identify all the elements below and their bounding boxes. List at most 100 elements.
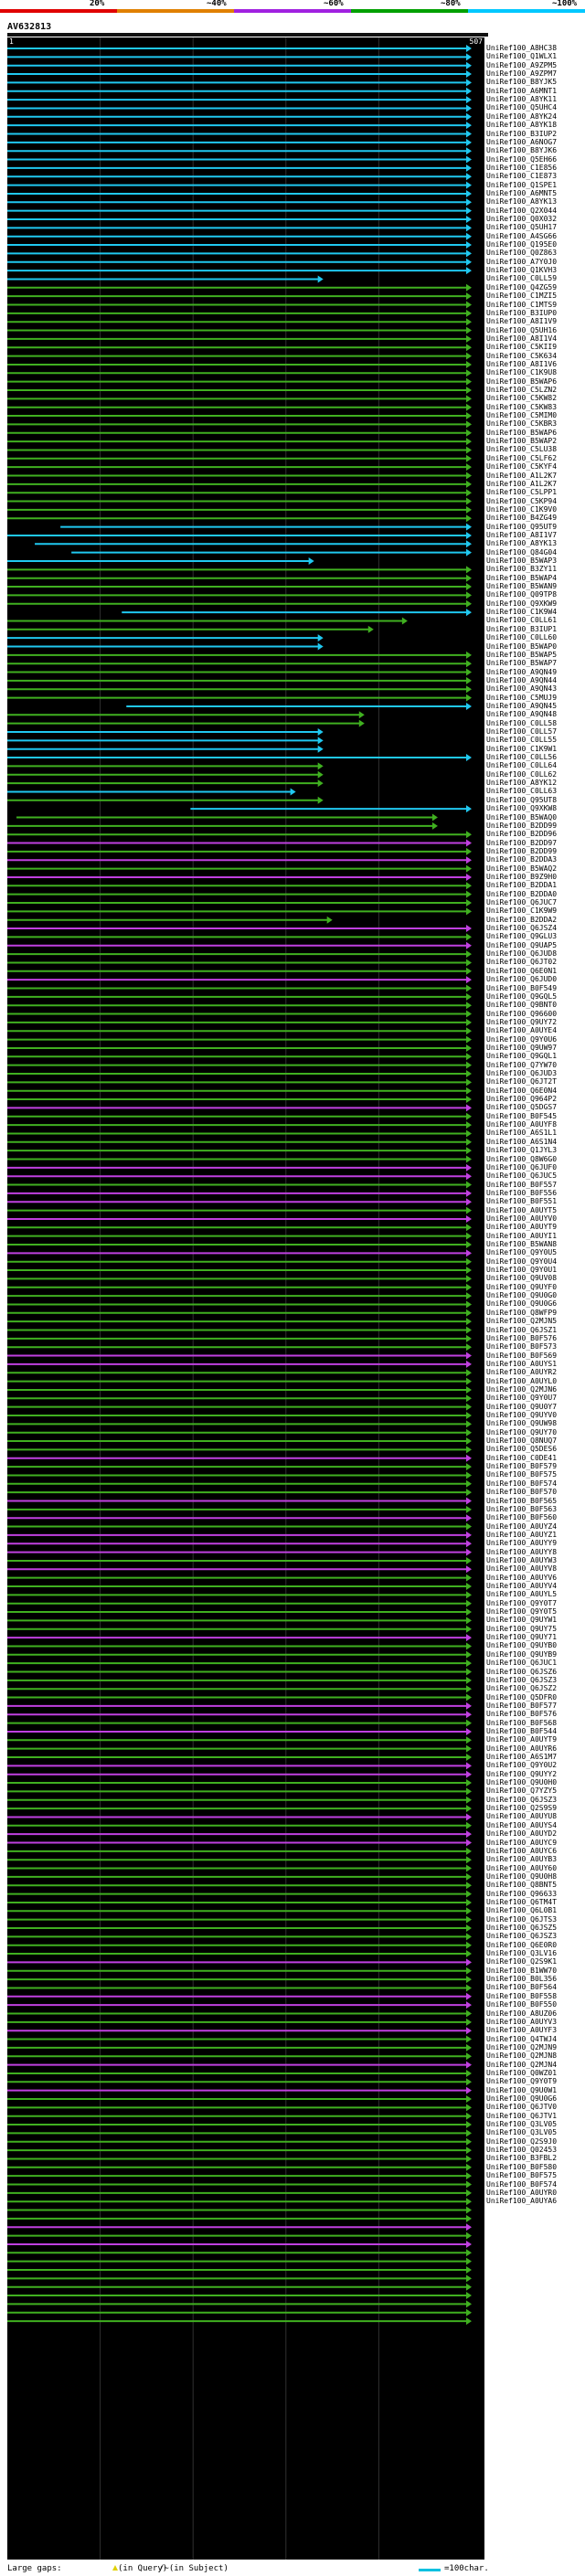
subject-id[interactable]: UniRef100_Q2MJN6 [486, 1385, 557, 1394]
subject-id[interactable]: UniRef100_C1K9W4 [486, 609, 557, 616]
subject-id[interactable]: UniRef100_Q2MJN4 [486, 2061, 557, 2069]
subject-id[interactable]: UniRef100_C5MUJ9 [486, 694, 557, 702]
subject-id[interactable]: UniRef100_Q6JSZ4 [486, 925, 557, 932]
subject-id[interactable]: UniRef100_B0F568 [486, 1719, 557, 1727]
subject-id[interactable]: UniRef100_Q5UH17 [486, 224, 557, 231]
subject-id[interactable]: UniRef100_B3IUP0 [486, 309, 557, 317]
subject-id[interactable]: UniRef100_A8YK18 [486, 122, 557, 129]
subject-id[interactable]: UniRef100_Q9UYF0 [486, 1283, 557, 1291]
subject-id[interactable]: UniRef100_Q9Y0U2 [486, 1762, 557, 1769]
subject-id[interactable]: UniRef100_A0UYV6 [486, 1574, 557, 1582]
subject-id[interactable]: UniRef100_Q6E0R0 [486, 1941, 557, 1949]
subject-id[interactable]: UniRef100_C0LL61 [486, 617, 557, 624]
subject-id[interactable]: UniRef100_B0F545 [486, 1112, 557, 1120]
subject-id[interactable]: UniRef100_Q9BNT0 [486, 1002, 557, 1009]
subject-id[interactable]: UniRef100_B0F544 [486, 1727, 557, 1735]
subject-id[interactable]: UniRef100_B0F574 [486, 1479, 557, 1488]
subject-id[interactable]: UniRef100_Q6E0N1 [486, 967, 557, 975]
subject-id[interactable]: UniRef100_Q9GLU3 [486, 933, 557, 940]
subject-id[interactable]: UniRef100_B3FBL2 [486, 2155, 557, 2162]
subject-id[interactable]: UniRef100_C1MZI5 [486, 292, 557, 300]
subject-id[interactable]: UniRef100_B2DD99 [486, 847, 557, 855]
subject-id[interactable]: UniRef100_B2DD97 [486, 839, 557, 847]
subject-id[interactable]: UniRef100_A9QN43 [486, 685, 557, 693]
subject-id[interactable]: UniRef100_A0UYZ4 [486, 1522, 557, 1531]
subject-id[interactable]: UniRef100_B0F576 [486, 1334, 557, 1342]
subject-id[interactable]: UniRef100_Q9Y0U1 [486, 1267, 557, 1274]
subject-id[interactable]: UniRef100_A0UYR2 [486, 1369, 557, 1376]
subject-id[interactable]: UniRef100_A8HC38 [486, 45, 557, 52]
subject-id[interactable]: UniRef100_A0UYC9 [486, 1839, 557, 1847]
subject-id[interactable]: UniRef100_Q6E0N4 [486, 1087, 557, 1095]
subject-id[interactable]: UniRef100_Q4ZG59 [486, 283, 557, 292]
subject-id[interactable]: UniRef100_A6MNT5 [486, 189, 557, 197]
subject-id[interactable]: UniRef100_Q02453 [486, 2147, 557, 2154]
subject-id[interactable]: UniRef100_C1K9U8 [486, 369, 557, 376]
subject-id[interactable]: UniRef100_Q09TP8 [486, 591, 557, 599]
subject-id[interactable]: UniRef100_Q6JSZ1 [486, 1326, 557, 1334]
subject-id[interactable]: UniRef100_B0L356 [486, 1976, 557, 1983]
subject-id[interactable]: UniRef100_Q6JSZ3 [486, 1933, 557, 1940]
subject-id[interactable]: UniRef100_Q8NUQ7 [486, 1437, 557, 1445]
subject-id[interactable]: UniRef100_Q9XKW8 [486, 805, 557, 812]
subject-id[interactable]: UniRef100_A1L2K7 [486, 480, 557, 488]
subject-id[interactable]: UniRef100_A0UYW3 [486, 1556, 557, 1564]
subject-id[interactable]: UniRef100_A0UYB3 [486, 1856, 557, 1863]
subject-id[interactable]: UniRef100_Q9UY75 [486, 1625, 557, 1633]
subject-id[interactable]: UniRef100_Q6JT2T [486, 1078, 557, 1086]
subject-id[interactable]: UniRef100_B8YJK5 [486, 79, 557, 86]
subject-id[interactable]: UniRef100_Q96600 [486, 1010, 557, 1018]
subject-id[interactable]: UniRef100_C1E873 [486, 173, 557, 180]
subject-id[interactable]: UniRef100_A0UYT9 [486, 1736, 557, 1744]
subject-id[interactable]: UniRef100_B0F580 [486, 2163, 557, 2171]
subject-id[interactable]: UniRef100_Q9UYB0 [486, 1642, 557, 1649]
subject-id[interactable]: UniRef100_Q7YZY5 [486, 1787, 557, 1795]
subject-id[interactable]: UniRef100_B0F551 [486, 1198, 557, 1205]
subject-id[interactable]: UniRef100_Q9UY72 [486, 1018, 557, 1026]
subject-id[interactable]: UniRef100_A6S1M7 [486, 1754, 557, 1761]
subject-id[interactable]: UniRef100_Q9U0G6 [486, 2095, 557, 2103]
subject-id[interactable]: UniRef100_Q9UYV0 [486, 1412, 557, 1419]
subject-id[interactable]: UniRef100_A0UY60 [486, 1864, 557, 1872]
subject-id[interactable]: UniRef100_Q9U0W1 [486, 2086, 557, 2094]
subject-id[interactable]: UniRef100_B5WAP4 [486, 574, 557, 582]
subject-id[interactable]: UniRef100_Q2S9S9 [486, 1805, 557, 1812]
subject-id[interactable]: UniRef100_B0F575 [486, 1471, 557, 1479]
subject-id[interactable]: UniRef100_Q1WLX1 [486, 53, 557, 60]
subject-id[interactable]: UniRef100_A9QN45 [486, 702, 557, 710]
subject-id[interactable]: UniRef100_C1K9V0 [486, 505, 557, 514]
subject-id[interactable]: UniRef100_B0F563 [486, 1505, 557, 1513]
subject-id[interactable]: UniRef100_C5MIM0 [486, 412, 557, 419]
subject-id[interactable]: UniRef100_C0LL64 [486, 762, 557, 769]
subject-id[interactable]: UniRef100_B0F575 [486, 2172, 557, 2179]
subject-id[interactable]: UniRef100_Q2MJN9 [486, 2043, 557, 2051]
subject-id[interactable]: UniRef100_Q9UAP5 [486, 941, 557, 949]
subject-id[interactable]: UniRef100_B2DD99 [486, 822, 557, 830]
subject-id[interactable]: UniRef100_C1E856 [486, 164, 557, 172]
subject-id[interactable]: UniRef100_A8UZ06 [486, 2009, 557, 2018]
subject-id[interactable]: UniRef100_Q4TWJ4 [486, 2035, 557, 2043]
subject-id[interactable]: UniRef100_Q6JUC7 [486, 899, 557, 906]
subject-id[interactable]: UniRef100_A0UYA6 [486, 2198, 557, 2205]
subject-id[interactable]: UniRef100_C5KII9 [486, 344, 557, 351]
subject-id[interactable]: UniRef100_B5WAN8 [486, 1241, 557, 1248]
subject-id[interactable]: UniRef100_Q8W6G0 [486, 1155, 557, 1163]
subject-id[interactable]: UniRef100_A0UYE4 [486, 1027, 557, 1034]
subject-id[interactable]: UniRef100_B5WAP2 [486, 438, 557, 445]
subject-id[interactable]: UniRef100_A0UYY8 [486, 1548, 557, 1556]
subject-id[interactable]: UniRef100_A8I1V9 [486, 318, 557, 325]
subject-id[interactable]: UniRef100_B0F556 [486, 1189, 557, 1197]
subject-id[interactable]: UniRef100_B3ZY11 [486, 566, 557, 573]
subject-id[interactable]: UniRef100_C1K9W9 [486, 907, 557, 915]
subject-id[interactable]: UniRef100_Q5UH16 [486, 326, 557, 334]
subject-id[interactable]: UniRef100_C5KYF4 [486, 463, 557, 471]
subject-id[interactable]: UniRef100_Q9Y0U4 [486, 1257, 557, 1266]
subject-id[interactable]: UniRef100_Q6JSZ2 [486, 1685, 557, 1692]
subject-id[interactable]: UniRef100_Q1KVH3 [486, 267, 557, 274]
subject-id[interactable]: UniRef100_C1K9W1 [486, 745, 557, 753]
subject-id[interactable]: UniRef100_A9QN49 [486, 668, 557, 676]
subject-id[interactable]: UniRef100_A0UYU8 [486, 1813, 557, 1820]
subject-id[interactable]: UniRef100_A9QN48 [486, 711, 557, 718]
subject-id[interactable]: UniRef100_C5LPP1 [486, 489, 557, 496]
subject-id[interactable]: UniRef100_B5WAP3 [486, 557, 557, 565]
